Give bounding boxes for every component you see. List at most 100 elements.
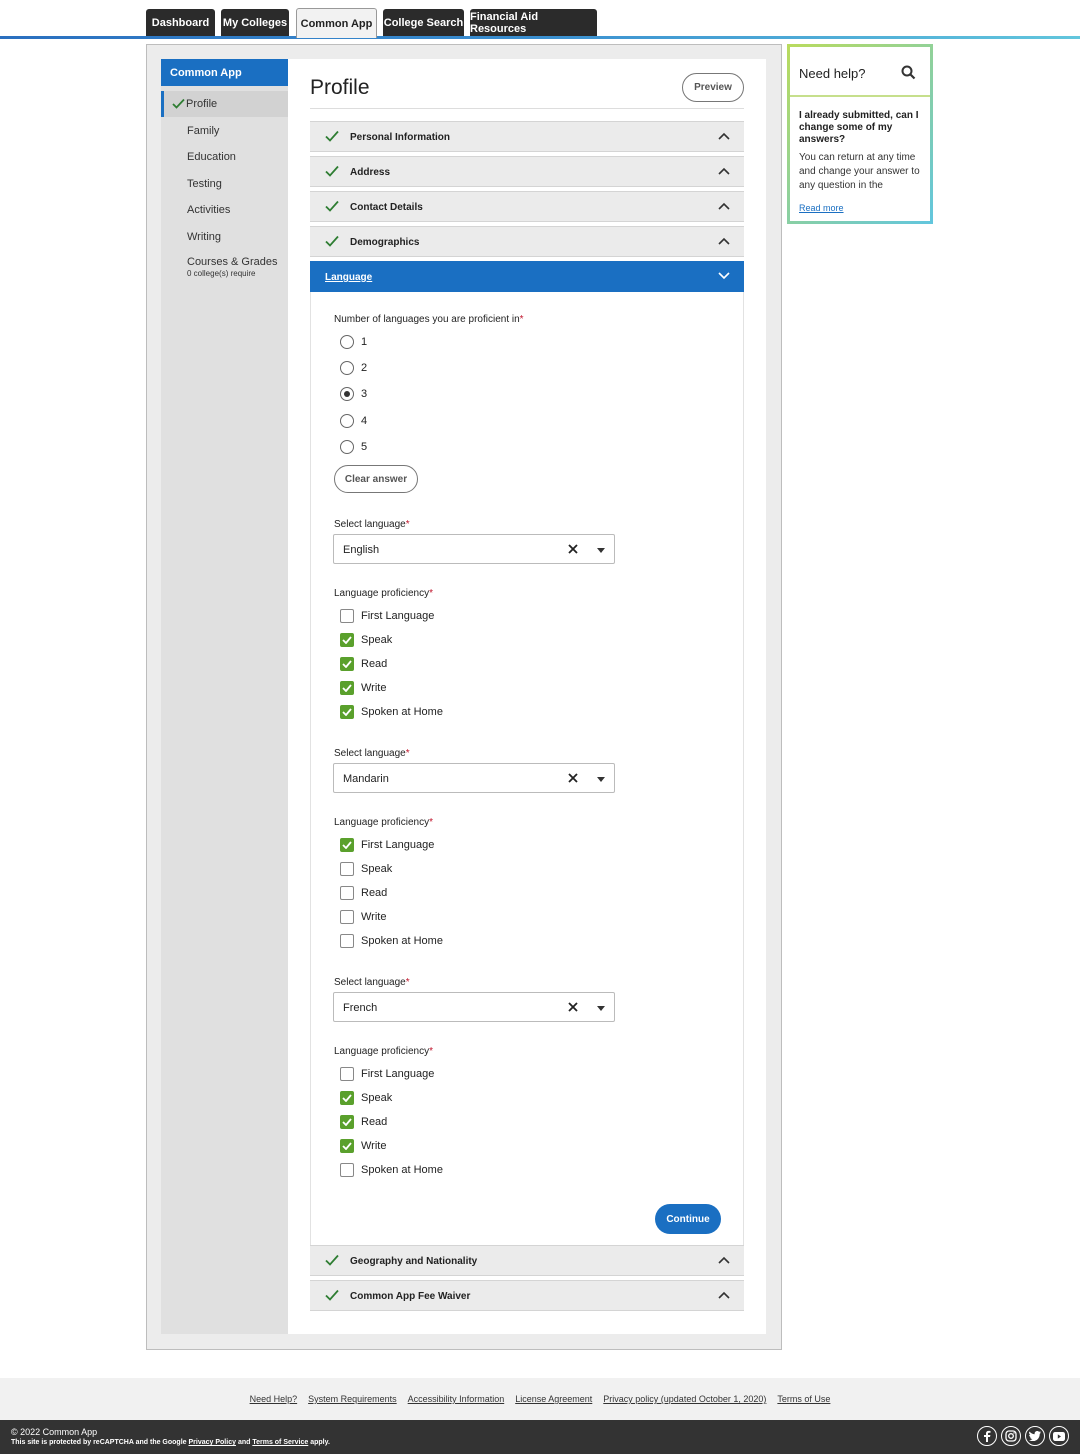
chevron-up-icon [718, 132, 730, 140]
section-label[interactable]: Language [325, 272, 372, 283]
radio-button[interactable] [340, 414, 354, 428]
checkbox[interactable] [340, 681, 354, 695]
checkbox[interactable] [340, 838, 354, 852]
checkbox[interactable] [340, 862, 354, 876]
footer-link-privacy[interactable]: Privacy policy (updated October 1, 2020) [603, 1394, 766, 1404]
select-language-label: Select language* [334, 977, 410, 988]
radio-count-5[interactable]: 5 [340, 439, 367, 455]
sidebar-item-sublabel: 0 college(s) require [187, 269, 256, 278]
selected-value: English [343, 544, 380, 556]
sidebar-item-courses-grades[interactable]: Courses & Grades 0 college(s) require [161, 256, 288, 278]
sidebar-item-activities[interactable]: Activities [161, 204, 288, 216]
radio-button[interactable] [340, 335, 354, 349]
tab-common-app[interactable]: Common App [296, 8, 377, 38]
checkbox-write[interactable]: Write [340, 910, 386, 924]
youtube-icon[interactable] [1049, 1426, 1069, 1446]
checkbox[interactable] [340, 1139, 354, 1153]
sidebar: Common App Profile Family Education Test… [161, 59, 300, 1334]
section-geography-nationality[interactable]: Geography and Nationality [310, 1245, 744, 1276]
checkbox-spoken-at-home[interactable]: Spoken at Home [340, 934, 443, 948]
sidebar-item-education[interactable]: Education [161, 151, 288, 163]
section-personal-information[interactable]: Personal Information [310, 121, 744, 152]
facebook-icon[interactable] [977, 1426, 997, 1446]
tab-college-search[interactable]: College Search [383, 9, 464, 36]
checkbox[interactable] [340, 657, 354, 671]
checkbox-label: First Language [361, 1068, 435, 1080]
checkbox-write[interactable]: Write [340, 1139, 386, 1153]
sidebar-item-testing[interactable]: Testing [161, 178, 288, 190]
clear-icon[interactable] [567, 543, 579, 555]
footer-link-need-help[interactable]: Need Help? [250, 1394, 298, 1404]
caret-down-icon[interactable] [597, 548, 605, 553]
section-address[interactable]: Address [310, 156, 744, 187]
twitter-icon[interactable] [1025, 1426, 1045, 1446]
checkbox-label: Write [361, 911, 387, 923]
sidebar-item-profile[interactable]: Profile [161, 91, 288, 117]
section-language[interactable]: Language [310, 261, 744, 292]
clear-answer-button[interactable]: Clear answer [334, 465, 418, 493]
check-icon [325, 235, 339, 247]
checkbox-speak[interactable]: Speak [340, 633, 392, 647]
tab-dashboard[interactable]: Dashboard [146, 9, 215, 36]
clear-icon[interactable] [567, 772, 579, 784]
checkbox[interactable] [340, 1091, 354, 1105]
checkbox-read[interactable]: Read [340, 1115, 387, 1129]
instagram-icon[interactable] [1001, 1426, 1021, 1446]
language-select-1[interactable]: English [333, 534, 615, 564]
checkbox[interactable] [340, 1115, 354, 1129]
checkbox[interactable] [340, 886, 354, 900]
sidebar-item-family[interactable]: Family [161, 125, 288, 137]
checkbox[interactable] [340, 934, 354, 948]
radio-button[interactable] [340, 440, 354, 454]
checkbox-spoken-at-home[interactable]: Spoken at Home [340, 1163, 443, 1177]
checkbox-first-language[interactable]: First Language [340, 838, 434, 852]
continue-button[interactable]: Continue [655, 1204, 721, 1234]
privacy-policy-link[interactable]: Privacy Policy [189, 1439, 236, 1446]
checkbox-spoken-at-home[interactable]: Spoken at Home [340, 705, 443, 719]
checkbox-read[interactable]: Read [340, 657, 387, 671]
caret-down-icon[interactable] [597, 777, 605, 782]
checkbox-speak[interactable]: Speak [340, 1091, 392, 1105]
preview-button[interactable]: Preview [682, 73, 744, 102]
checkbox-first-language[interactable]: First Language [340, 609, 434, 623]
radio-button[interactable] [340, 387, 354, 401]
checkbox-read[interactable]: Read [340, 886, 387, 900]
checkbox-write[interactable]: Write [340, 681, 386, 695]
checkbox[interactable] [340, 910, 354, 924]
language-select-2[interactable]: Mandarin [333, 763, 615, 793]
section-contact-details[interactable]: Contact Details [310, 191, 744, 222]
radio-count-3[interactable]: 3 [340, 386, 367, 402]
radio-count-1[interactable]: 1 [340, 334, 367, 350]
clear-icon[interactable] [567, 1001, 579, 1013]
radio-count-4[interactable]: 4 [340, 413, 367, 429]
checkbox[interactable] [340, 609, 354, 623]
footer-link-accessibility[interactable]: Accessibility Information [408, 1394, 505, 1404]
checkbox[interactable] [340, 1067, 354, 1081]
footer-link-terms[interactable]: Terms of Use [777, 1394, 830, 1404]
tab-my-colleges[interactable]: My Colleges [221, 9, 289, 36]
sidebar-item-writing[interactable]: Writing [161, 231, 288, 243]
radio-count-2[interactable]: 2 [340, 360, 367, 376]
checkbox-speak[interactable]: Speak [340, 862, 392, 876]
checkbox-label: First Language [361, 610, 435, 622]
check-icon [325, 200, 339, 212]
language-select-3[interactable]: French [333, 992, 615, 1022]
required-marker: * [405, 977, 410, 988]
terms-of-service-link[interactable]: Terms of Service [252, 1439, 308, 1446]
section-demographics[interactable]: Demographics [310, 226, 744, 257]
checkbox-first-language[interactable]: First Language [340, 1067, 434, 1081]
help-answer: You can return at any time and change yo… [799, 152, 920, 191]
radio-label: 5 [361, 441, 368, 453]
read-more-link[interactable]: Read more [799, 203, 844, 213]
checkbox[interactable] [340, 705, 354, 719]
checkbox[interactable] [340, 633, 354, 647]
radio-button[interactable] [340, 361, 354, 375]
chevron-up-icon [718, 1291, 730, 1299]
search-icon[interactable] [901, 65, 916, 80]
tab-financial-aid-resources[interactable]: Financial Aid Resources [470, 9, 597, 36]
caret-down-icon[interactable] [597, 1006, 605, 1011]
checkbox[interactable] [340, 1163, 354, 1177]
footer-link-system-requirements[interactable]: System Requirements [308, 1394, 397, 1404]
section-fee-waiver[interactable]: Common App Fee Waiver [310, 1280, 744, 1311]
footer-link-license[interactable]: License Agreement [515, 1394, 592, 1404]
